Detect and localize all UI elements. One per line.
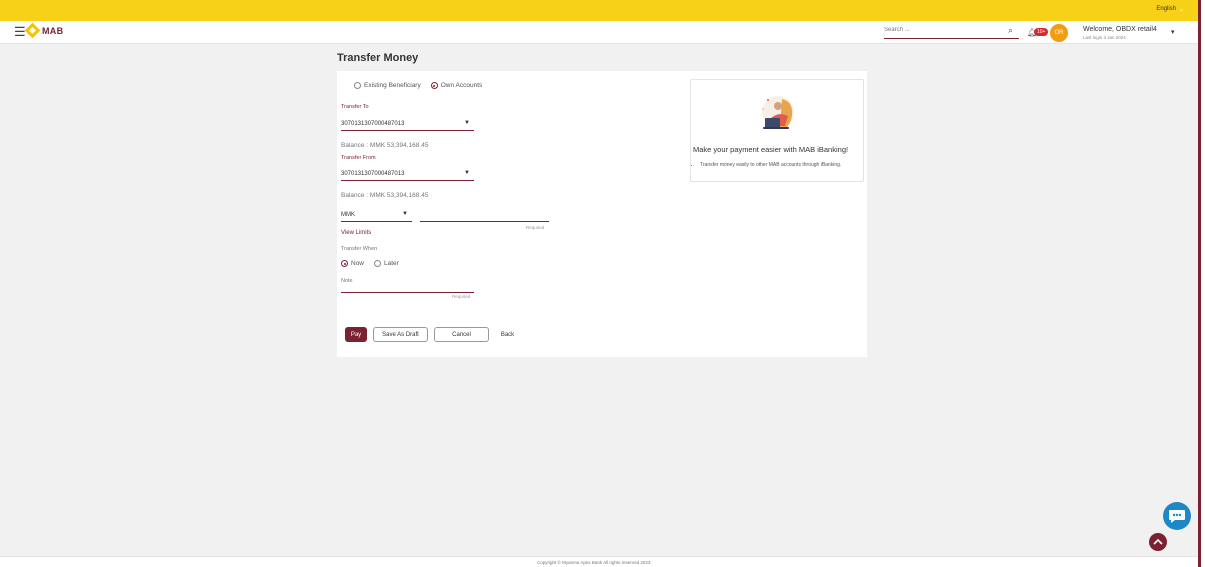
top-bar: English ⌄ [0, 0, 1198, 21]
promo-bullet-item: Transfer money easily to other MAB accou… [700, 162, 858, 169]
select-value: 3070131307000487013 [341, 171, 405, 177]
footer: Copyright © Myanma Apex Bank All rights … [0, 556, 1198, 567]
chevron-down-icon: ▼ [464, 170, 470, 176]
transfer-from-balance: Balance : MMK 53,394,168.45 [341, 192, 429, 199]
radio-now[interactable] [341, 260, 348, 267]
chevron-up-icon [1153, 538, 1163, 545]
pay-button[interactable]: Pay [345, 327, 367, 342]
avatar[interactable]: OR [1050, 24, 1068, 42]
search-input[interactable] [884, 27, 994, 33]
menu-icon[interactable]: ☰ [14, 25, 26, 38]
brand-name: MAB [42, 25, 64, 36]
transfer-from-select[interactable]: 3070131307000487013 ▼ [341, 168, 474, 181]
transfer-to-balance: Balance : MMK 53,394,168.45 [341, 142, 429, 149]
select-value: MMK [341, 212, 355, 218]
radio-own-accounts[interactable] [430, 82, 438, 89]
scroll-to-top-button[interactable] [1149, 533, 1167, 551]
note-input[interactable] [341, 280, 474, 293]
notification-badge[interactable]: 10+ [1034, 28, 1049, 36]
welcome-text: Welcome, OBDX retail4 [1083, 26, 1157, 33]
chat-button[interactable] [1163, 502, 1191, 530]
currency-select[interactable]: MMK ▼ [341, 209, 412, 222]
amount-required-hint: Required [526, 225, 545, 230]
search-box: ⌕ [884, 25, 1019, 39]
user-menu-caret-icon[interactable]: ▾ [1171, 28, 1175, 36]
right-edge-bar [1198, 0, 1205, 567]
last-login-text: Last login 3 Jan 2024 [1083, 35, 1126, 40]
page-title: Transfer Money [337, 52, 419, 64]
chevron-down-icon: ▼ [464, 120, 470, 126]
transfer-from-label: Transfer From [341, 155, 376, 161]
radio-label[interactable]: Own Accounts [441, 82, 483, 89]
chevron-down-icon: ▼ [402, 211, 408, 217]
transfer-when-label: Transfer When [341, 246, 378, 252]
select-value: 3070131307000487013 [341, 121, 405, 127]
logo[interactable]: MAB [24, 22, 64, 39]
transfer-when-group: Now Later [341, 260, 409, 267]
save-as-draft-button[interactable]: Save As Draft [373, 327, 428, 342]
chevron-down-icon[interactable]: ⌄ [1179, 6, 1184, 13]
search-icon[interactable]: ⌕ [1008, 25, 1013, 36]
radio-existing-beneficiary[interactable] [354, 82, 361, 89]
transfer-to-select[interactable]: 3070131307000487013 ▼ [341, 118, 474, 131]
cancel-button[interactable]: Cancel [434, 327, 489, 342]
header: ☰ MAB ⌕ 🔔︎ 10+ OR Welcome, OBDX retail4 … [0, 21, 1198, 44]
note-required-hint: Required [452, 294, 471, 299]
radio-later[interactable] [374, 260, 382, 267]
payee-type-group: Existing Beneficiary Own Accounts [354, 82, 492, 89]
view-limits-link[interactable]: View Limits [341, 230, 371, 236]
radio-label[interactable]: Existing Beneficiary [364, 82, 421, 89]
transfer-to-label: Transfer To [341, 104, 369, 110]
chat-bubble-icon [1169, 510, 1185, 523]
language-selector[interactable]: English [1156, 6, 1176, 12]
promo-bullet-list: Transfer money easily to other MAB accou… [693, 162, 858, 169]
back-button[interactable]: Back [495, 327, 520, 342]
promo-card: Make your payment easier with MAB iBanki… [690, 79, 864, 182]
amount-input[interactable] [420, 209, 549, 222]
person-with-laptop-illustration [762, 96, 794, 129]
logo-mark-icon [24, 22, 41, 39]
radio-label[interactable]: Now [351, 260, 364, 267]
copyright-text: Copyright © Myanma Apex Bank All rights … [537, 560, 652, 565]
radio-label[interactable]: Later [384, 260, 399, 267]
promo-title: Make your payment easier with MAB iBanki… [693, 145, 849, 154]
